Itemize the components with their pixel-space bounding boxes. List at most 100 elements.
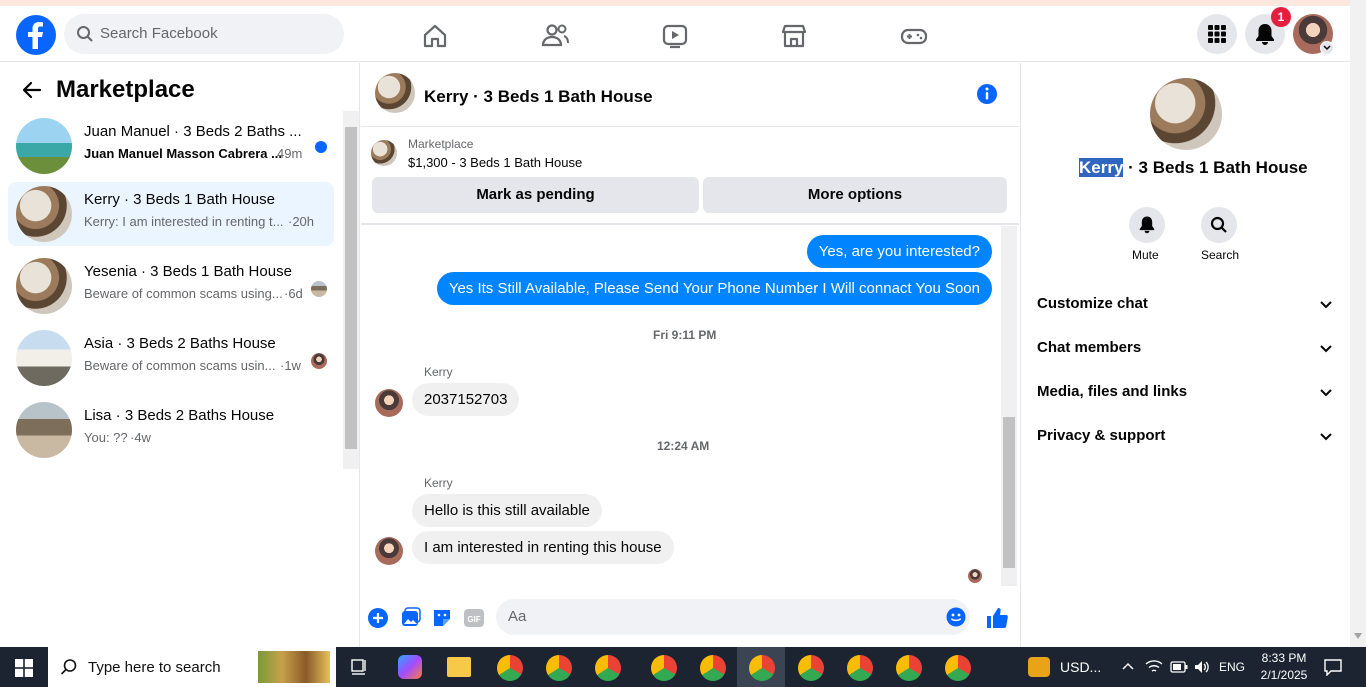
mute-button[interactable] [1129, 207, 1165, 243]
gif-icon[interactable]: GIF [463, 607, 485, 629]
divider [361, 126, 1019, 127]
conversation-list-panel: Marketplace Juan Manuel · 3 Beds 2 Baths… [0, 63, 360, 647]
customize-chat-section[interactable]: Customize chat [1037, 295, 1333, 317]
mute-label: Mute [1132, 248, 1159, 262]
chrome-icon[interactable] [896, 655, 922, 681]
emoji-icon[interactable] [946, 607, 966, 627]
conversation-item[interactable]: Asia · 3 Beds 2 Baths House Beware of co… [8, 326, 334, 390]
chrome-icon[interactable] [847, 655, 873, 681]
marketplace-icon[interactable] [776, 18, 812, 54]
plus-icon[interactable] [367, 607, 389, 629]
gaming-icon[interactable] [896, 18, 932, 54]
chrome-icon[interactable] [595, 655, 621, 681]
task-view-icon[interactable] [351, 658, 369, 676]
notification-center-icon[interactable] [1324, 658, 1342, 676]
page-title: Marketplace [56, 76, 195, 103]
conversation-title: Yesenia · 3 Beds 1 Bath House [84, 263, 292, 280]
conversation-item[interactable]: Yesenia · 3 Beds 1 Bath House Beware of … [8, 254, 334, 318]
scrollbar-thumb[interactable] [1003, 417, 1015, 568]
currency-widget-label[interactable]: USD... [1060, 659, 1101, 675]
listing-thumbnail[interactable] [371, 140, 397, 166]
top-navigation-bar: Search Facebook 1 [0, 0, 1366, 62]
taskbar-search-input[interactable]: Type here to search [88, 659, 221, 676]
search-highlight-image [258, 651, 330, 683]
copilot-icon[interactable] [398, 655, 422, 679]
thumbs-up-icon[interactable] [985, 606, 1009, 630]
profile-photo[interactable] [1150, 78, 1222, 150]
search-icon [77, 26, 93, 42]
privacy-support-section[interactable]: Privacy & support [1037, 427, 1333, 449]
file-explorer-icon[interactable] [447, 657, 471, 677]
conversation-item-selected[interactable]: Kerry · 3 Beds 1 Bath House Kerry: I am … [8, 182, 334, 246]
chrome-icon[interactable] [798, 655, 824, 681]
video-icon[interactable] [657, 18, 693, 54]
mark-as-pending-button[interactable]: Mark as pending [372, 177, 699, 213]
scrollbar-thumb[interactable] [345, 127, 357, 449]
back-arrow-icon[interactable] [22, 81, 42, 99]
sent-message: Yes, are you interested? [806, 235, 992, 268]
profile-name[interactable]: Kerry · 3 Beds 1 Bath House [1079, 158, 1308, 178]
sticker-icon[interactable] [431, 607, 453, 629]
chrome-icon[interactable] [651, 655, 677, 681]
clock-time[interactable]: 8:33 PM [1258, 651, 1310, 665]
clock-date[interactable]: 2/1/2025 [1254, 668, 1314, 682]
language-indicator[interactable]: ENG [1219, 660, 1245, 674]
received-message: Hello is this still available [412, 494, 602, 527]
search-input[interactable]: Search Facebook [100, 25, 218, 42]
chevron-down-icon [1320, 345, 1332, 353]
page-scrollbar[interactable] [1350, 0, 1366, 647]
chrome-icon[interactable] [546, 655, 572, 681]
sender-avatar[interactable] [375, 389, 403, 417]
account-chevron[interactable] [1320, 41, 1334, 55]
timestamp: 12:24 AM [657, 439, 710, 453]
sender-name: Kerry [424, 365, 453, 379]
windows-start-icon[interactable] [15, 659, 33, 677]
chrome-icon[interactable] [497, 655, 523, 681]
conversation-time: ·1w [280, 358, 301, 373]
conversation-scrollbar[interactable] [343, 111, 359, 469]
search-icon [1210, 216, 1227, 233]
info-icon[interactable] [976, 83, 998, 105]
message-input[interactable]: Aa [508, 608, 526, 625]
chevron-down-icon [1320, 389, 1332, 397]
volume-icon[interactable] [1193, 659, 1211, 675]
chrome-icon[interactable] [749, 655, 775, 681]
chat-members-section[interactable]: Chat members [1037, 339, 1333, 361]
notifications-button[interactable]: 1 [1245, 7, 1291, 54]
home-icon[interactable] [417, 18, 453, 54]
listing-price-title[interactable]: $1,300 - 3 Beds 1 Bath House [408, 155, 582, 170]
conversation-item[interactable]: Lisa · 3 Beds 2 Baths House You: ?? ·4w [8, 398, 334, 462]
chat-title[interactable]: Kerry · 3 Beds 1 Bath House [424, 87, 653, 107]
wifi-icon[interactable] [1145, 659, 1163, 675]
conversation-time: ·6d [284, 286, 303, 301]
chevron-up-icon[interactable] [1122, 662, 1134, 670]
sender-avatar[interactable] [375, 537, 403, 565]
facebook-logo[interactable] [16, 15, 56, 55]
taskbar-search-box[interactable]: Type here to search [48, 647, 336, 687]
received-message: I am interested in renting this house [412, 531, 674, 564]
battery-icon[interactable] [1170, 661, 1188, 673]
more-options-button[interactable]: More options [703, 177, 1007, 213]
search-bar[interactable]: Search Facebook [64, 14, 344, 54]
sent-message: Yes Its Still Available, Please Send You… [436, 272, 992, 305]
chrome-icon[interactable] [700, 655, 726, 681]
message-composer[interactable]: Aa [496, 599, 970, 635]
search-label: Search [1201, 248, 1240, 262]
search-conversation-button[interactable] [1201, 207, 1237, 243]
chat-header-avatar[interactable] [375, 73, 415, 113]
photo-icon[interactable] [399, 607, 421, 629]
conversation-preview: You: ?? [84, 430, 128, 445]
scroll-down-arrow-icon[interactable] [1354, 633, 1362, 639]
notification-badge: 1 [1271, 7, 1291, 27]
listing-source: Marketplace [408, 137, 474, 151]
friends-icon[interactable] [537, 18, 573, 54]
section-label: Privacy & support [1037, 427, 1166, 444]
listing-thumbnail [16, 402, 72, 458]
conversation-item[interactable]: Juan Manuel · 3 Beds 2 Baths ... Juan Ma… [8, 114, 334, 178]
media-files-links-section[interactable]: Media, files and links [1037, 383, 1333, 405]
currency-widget-icon[interactable] [1028, 657, 1050, 677]
chat-scrollbar[interactable] [1001, 226, 1017, 586]
chrome-icon[interactable] [945, 655, 971, 681]
menu-button[interactable] [1197, 14, 1237, 54]
chevron-down-icon [1320, 433, 1332, 441]
